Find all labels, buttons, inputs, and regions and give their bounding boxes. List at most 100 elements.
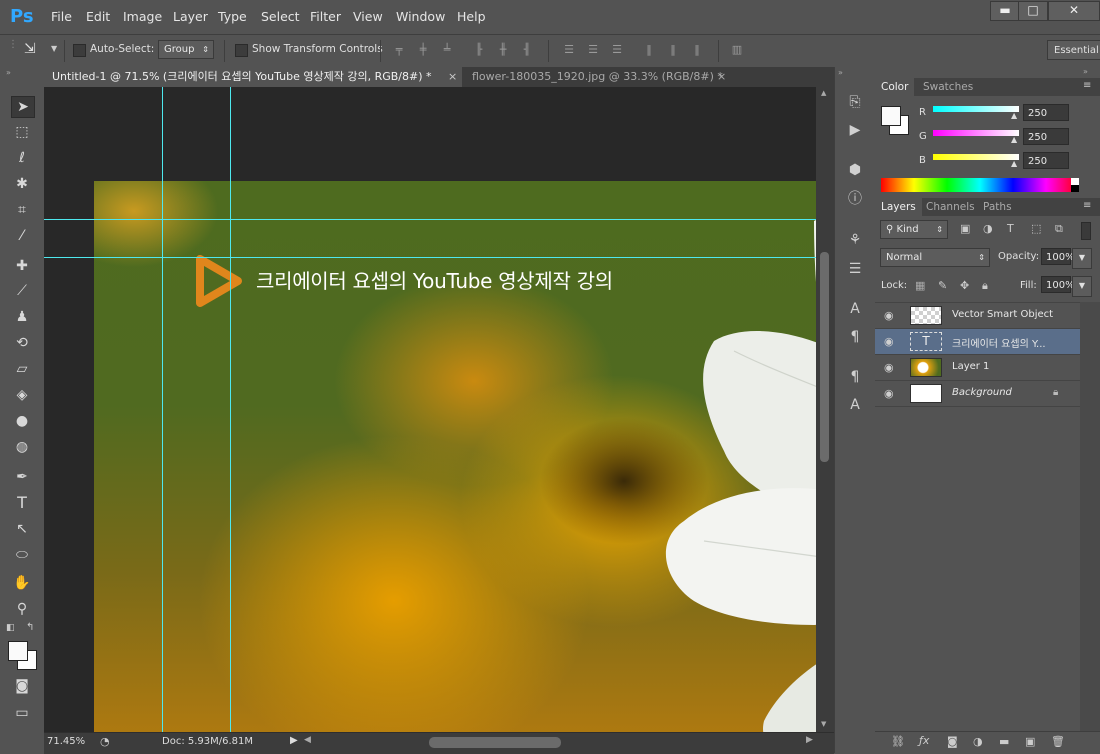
- filter-adjustment-icon[interactable]: ◑: [983, 222, 993, 235]
- history-brush-tool-icon[interactable]: ⟲: [11, 333, 33, 353]
- eraser-tool-icon[interactable]: ▱: [11, 359, 33, 379]
- auto-align-icon[interactable]: ▥: [730, 43, 744, 57]
- collapse-icon[interactable]: »: [6, 68, 11, 77]
- align-hcenter-icon[interactable]: ╫: [496, 43, 510, 57]
- tab-color[interactable]: Color: [875, 78, 915, 96]
- spectrum-black[interactable]: [1071, 185, 1079, 192]
- distribute-top-icon[interactable]: ☰: [562, 43, 576, 57]
- document-canvas[interactable]: 크리에이터 요셉의 YouTube 영상제작 강의: [94, 181, 816, 732]
- panel-menu-icon[interactable]: ≡: [1083, 200, 1091, 211]
- pen-tool-icon[interactable]: ✒: [11, 467, 33, 487]
- filter-type-icon[interactable]: T: [1007, 222, 1014, 235]
- tab-channels[interactable]: Channels: [920, 198, 981, 216]
- filter-toggle[interactable]: [1081, 222, 1091, 240]
- align-left-icon[interactable]: ╟: [472, 43, 486, 57]
- ellipse-tool-icon[interactable]: ⬭: [11, 545, 33, 565]
- status-info-icon[interactable]: ◔: [100, 735, 110, 748]
- scroll-right-icon[interactable]: ▶: [806, 735, 813, 745]
- chevron-down-icon[interactable]: ▼: [1072, 276, 1092, 297]
- layer-filter-dropdown[interactable]: ⚲ Kind ⇕: [880, 220, 948, 239]
- lock-pixels-icon[interactable]: ✎: [938, 279, 947, 292]
- info-panel-icon[interactable]: ⓘ: [845, 189, 865, 209]
- vertical-scrollbar[interactable]: ▲ ▼: [816, 87, 834, 732]
- character-styles-icon[interactable]: A: [845, 395, 865, 415]
- filter-shape-icon[interactable]: ⬚: [1031, 222, 1041, 235]
- color-spectrum-bar[interactable]: [881, 178, 1079, 192]
- auto-select-dropdown[interactable]: Group ⇕: [158, 40, 214, 59]
- tab-layers[interactable]: Layers: [875, 198, 922, 216]
- lock-all-icon[interactable]: 🔒︎: [982, 279, 988, 293]
- filter-smart-object-icon[interactable]: ⧉: [1055, 222, 1063, 236]
- chevron-down-icon[interactable]: ▼: [51, 44, 57, 53]
- scroll-down-icon[interactable]: ▼: [821, 720, 826, 728]
- layer-style-icon[interactable]: ƒx: [919, 734, 929, 747]
- move-tool-icon[interactable]: ➤: [11, 96, 35, 118]
- canvas-headline-text[interactable]: 크리에이터 요셉의 YouTube 영상제작 강의: [256, 265, 613, 294]
- align-top-icon[interactable]: ╤: [392, 43, 406, 57]
- path-selection-tool-icon[interactable]: ↖: [11, 519, 33, 539]
- brush-tool-icon[interactable]: ⟋: [11, 281, 33, 301]
- scroll-up-icon[interactable]: ▲: [821, 89, 826, 97]
- guide-vertical[interactable]: [162, 87, 163, 732]
- marquee-tool-icon[interactable]: ⬚: [11, 122, 33, 142]
- paragraph-panel-icon[interactable]: ¶: [845, 327, 865, 347]
- hand-tool-icon[interactable]: ✋: [11, 573, 33, 593]
- adjustments-panel-icon[interactable]: ☰: [845, 259, 865, 279]
- eyedropper-tool-icon[interactable]: ⁄: [11, 226, 33, 246]
- visibility-eye-icon[interactable]: ◉: [884, 387, 894, 400]
- tab-flower[interactable]: flower-180035_1920.jpg @ 33.3% (RGB/8#) …: [464, 67, 732, 87]
- blue-value-input[interactable]: 250: [1023, 152, 1069, 169]
- distribute-right-icon[interactable]: ‖: [690, 43, 704, 57]
- align-vcenter-icon[interactable]: ╪: [416, 43, 430, 57]
- minimize-button[interactable]: ▬: [990, 1, 1020, 21]
- red-slider[interactable]: [933, 106, 1019, 112]
- opacity-input[interactable]: 100%: [1041, 248, 1075, 265]
- new-group-icon[interactable]: ▬: [999, 735, 1009, 748]
- 3d-panel-icon[interactable]: ⬢: [845, 160, 865, 180]
- history-panel-icon[interactable]: ⎘: [845, 92, 865, 112]
- collapse-icon[interactable]: »: [1083, 67, 1088, 76]
- menu-window[interactable]: Window: [396, 9, 445, 24]
- fill-input[interactable]: 100%: [1041, 276, 1075, 293]
- new-layer-icon[interactable]: ▣: [1025, 735, 1035, 748]
- distribute-left-icon[interactable]: ‖: [642, 43, 656, 57]
- filter-pixel-icon[interactable]: ▣: [960, 222, 970, 235]
- lock-position-icon[interactable]: ✥: [960, 279, 969, 292]
- delete-layer-icon[interactable]: 🗑︎: [1051, 735, 1065, 748]
- brush-presets-icon[interactable]: ⚘: [845, 230, 865, 250]
- menu-select[interactable]: Select: [261, 9, 300, 24]
- distribute-vcenter-icon[interactable]: ☰: [586, 43, 600, 57]
- lock-transparency-icon[interactable]: ▦: [915, 279, 925, 292]
- distribute-bottom-icon[interactable]: ☰: [610, 43, 624, 57]
- scrollbar-thumb[interactable]: [820, 252, 829, 462]
- actions-panel-icon[interactable]: ▶: [845, 120, 865, 140]
- blur-tool-icon[interactable]: ●: [11, 411, 33, 431]
- close-tab-icon[interactable]: ×: [717, 67, 726, 86]
- tab-untitled-1[interactable]: Untitled-1 @ 71.5% (크리에이터 요셉의 YouTube 영상…: [44, 67, 462, 87]
- guide-vertical[interactable]: [230, 87, 231, 732]
- lasso-tool-icon[interactable]: ℓ: [11, 148, 33, 168]
- quick-mask-icon[interactable]: ◙: [11, 676, 33, 696]
- menu-filter[interactable]: Filter: [310, 9, 341, 24]
- slider-handle-icon[interactable]: ▲: [1011, 159, 1017, 168]
- blend-mode-dropdown[interactable]: Normal ⇕: [880, 248, 990, 267]
- menu-file[interactable]: File: [51, 9, 72, 24]
- layer-row-selected[interactable]: ◉ T 크리에이터 요셉의 Y...: [875, 329, 1080, 355]
- color-fg-swatch[interactable]: [881, 106, 901, 126]
- tab-paths[interactable]: Paths: [977, 198, 1018, 216]
- workspace-switcher[interactable]: Essential: [1047, 40, 1100, 60]
- chevron-down-icon[interactable]: ▼: [1072, 248, 1092, 269]
- swap-colors-icon[interactable]: ↰: [26, 622, 34, 633]
- green-slider[interactable]: [933, 130, 1019, 136]
- slider-handle-icon[interactable]: ▲: [1011, 111, 1017, 120]
- clone-stamp-tool-icon[interactable]: ♟: [11, 307, 33, 327]
- panel-menu-icon[interactable]: ≡: [1083, 80, 1091, 91]
- menu-help[interactable]: Help: [457, 9, 486, 24]
- character-panel-icon[interactable]: A: [845, 299, 865, 319]
- green-value-input[interactable]: 250: [1023, 128, 1069, 145]
- paint-bucket-tool-icon[interactable]: ◈: [11, 385, 33, 405]
- menu-layer[interactable]: Layer: [173, 9, 208, 24]
- slider-handle-icon[interactable]: ▲: [1011, 135, 1017, 144]
- menu-image[interactable]: Image: [123, 9, 162, 24]
- visibility-eye-icon[interactable]: ◉: [884, 335, 894, 348]
